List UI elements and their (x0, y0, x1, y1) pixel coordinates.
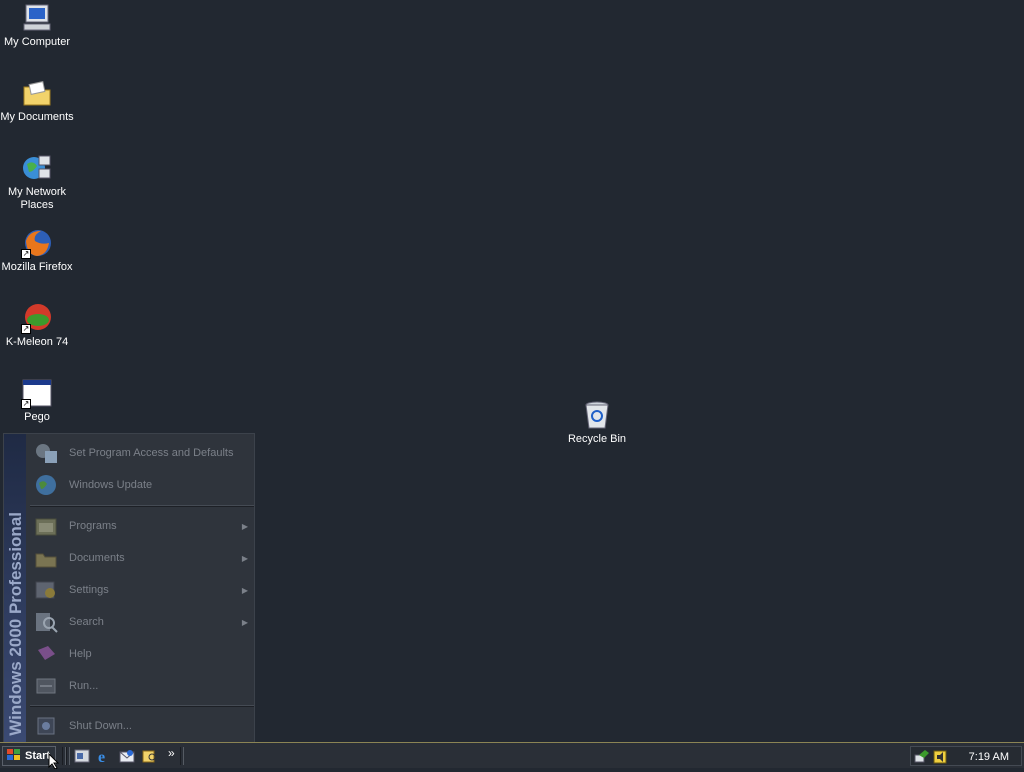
system-tray: 7:19 AM (910, 746, 1022, 766)
menu-separator (30, 505, 254, 507)
menu-item-settings[interactable]: Settings ▶ (28, 575, 254, 605)
menu-item-label: Run... (69, 680, 99, 692)
help-book-icon (33, 642, 59, 666)
outlook-express-icon[interactable] (119, 748, 135, 764)
explorer-search-icon[interactable] (142, 748, 158, 764)
documents-folder-icon (33, 546, 59, 570)
shortcut-arrow-icon: ↗ (21, 249, 31, 259)
run-icon (33, 674, 59, 698)
programs-folder-icon (33, 514, 59, 538)
menu-item-set-program-access[interactable]: Set Program Access and Defaults (28, 438, 254, 468)
search-icon (33, 610, 59, 634)
menu-item-label: Settings (69, 584, 109, 596)
desktop-icon-pego[interactable]: ↗ Pego (0, 377, 74, 424)
menu-item-programs[interactable]: Programs ▶ (28, 511, 254, 541)
clock[interactable]: 7:19 AM (969, 751, 1009, 763)
quick-launch-separator (66, 747, 70, 765)
submenu-arrow-icon: ▶ (241, 521, 248, 531)
desktop-icon-label: My Computer (3, 36, 71, 48)
recycle-bin-icon (581, 399, 613, 431)
menu-item-label: Help (69, 648, 92, 660)
menu-item-label: Search (69, 616, 104, 628)
mouse-cursor-icon (48, 752, 60, 770)
menu-item-help[interactable]: Help (28, 639, 254, 669)
desktop-icon-label: My Documents (0, 111, 74, 123)
desktop-icon-my-computer[interactable]: My Computer (0, 2, 74, 49)
start-menu-banner-text: Windows 2000 Professional (6, 512, 25, 736)
desktop-icon-my-network-places[interactable]: My Network Places (0, 152, 74, 212)
desktop-icon-label: K-Meleon 74 (5, 336, 69, 348)
volume-icon[interactable] (932, 749, 948, 765)
k-meleon-icon: ↗ (21, 302, 53, 334)
desktop-icon-label: Recycle Bin (567, 433, 627, 445)
desktop-icon-my-documents[interactable]: My Documents (0, 77, 74, 124)
firefox-icon: ↗ (21, 227, 53, 259)
set-program-access-icon (33, 441, 59, 465)
settings-icon (33, 578, 59, 602)
network-globe-icon (21, 152, 53, 184)
windows-logo-icon (6, 748, 22, 764)
menu-separator (30, 705, 254, 707)
documents-folder-icon (21, 77, 53, 109)
desktop-icon-mozilla-firefox[interactable]: ↗ Mozilla Firefox (0, 227, 74, 274)
desktop-icon-label: Pego (24, 411, 50, 423)
computer-icon (21, 2, 53, 34)
desktop-icon-label: Mozilla Firefox (1, 261, 73, 273)
menu-item-label: Windows Update (69, 479, 153, 491)
start-menu: Windows 2000 Professional Set Program Ac… (3, 433, 255, 743)
menu-item-label: Set Program Access and Defaults (69, 447, 234, 459)
internet-explorer-icon[interactable]: e (97, 748, 113, 766)
start-menu-banner: Windows 2000 Professional (4, 434, 26, 742)
menu-item-label: Programs (69, 520, 117, 532)
windows-update-globe-icon (33, 473, 59, 497)
desktop-icon-label: My Network Places (7, 186, 67, 211)
submenu-arrow-icon: ▶ (241, 617, 248, 627)
menu-item-label: Shut Down... (69, 720, 132, 732)
show-desktop-icon[interactable] (74, 748, 90, 764)
submenu-arrow-icon: ▶ (241, 585, 248, 595)
menu-item-shut-down[interactable]: Shut Down... (28, 711, 254, 741)
start-button-label: Start (25, 750, 51, 762)
shortcut-arrow-icon: ↗ (21, 399, 31, 409)
desktop-icon-recycle-bin[interactable]: Recycle Bin (560, 399, 634, 446)
taskbar: Start e » 7:19 AM (0, 742, 1024, 770)
taskbar-separator (180, 747, 184, 765)
application-window-icon: ↗ (21, 377, 53, 409)
menu-item-windows-update[interactable]: Windows Update (28, 470, 254, 500)
menu-item-label: Documents (69, 552, 125, 564)
svg-text:e: e (98, 749, 105, 764)
submenu-arrow-icon: ▶ (241, 553, 248, 563)
desktop-icon-k-meleon[interactable]: ↗ K-Meleon 74 (0, 302, 74, 349)
menu-item-documents[interactable]: Documents ▶ (28, 543, 254, 573)
menu-item-search[interactable]: Search ▶ (28, 607, 254, 637)
quick-launch-chevron[interactable]: » (168, 746, 175, 760)
shortcut-arrow-icon: ↗ (21, 324, 31, 334)
menu-item-run[interactable]: Run... (28, 671, 254, 701)
shut-down-icon (33, 714, 59, 738)
network-connection-icon[interactable] (914, 749, 930, 765)
